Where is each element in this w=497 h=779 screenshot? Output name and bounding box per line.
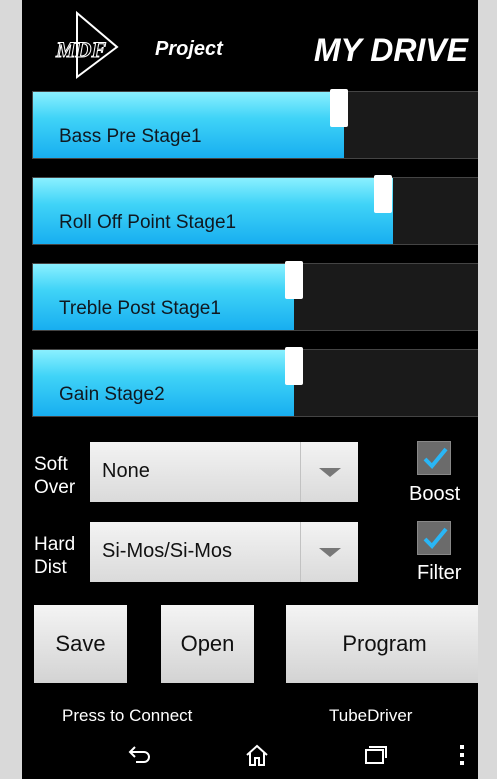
slider-thumb[interactable] [285,261,303,299]
program-button[interactable]: Program [286,605,478,683]
slider-label: Bass Pre Stage1 [59,126,202,147]
check-icon [423,447,448,469]
app-header: MDF Project MY DRIVE [22,0,478,88]
system-nav-bar [22,735,478,779]
hard-dist-label: Hard Dist [34,533,75,579]
soft-over-value: None [102,460,150,482]
open-button[interactable]: Open [161,605,254,683]
save-button[interactable]: Save [34,605,127,683]
slider-thumb[interactable] [330,89,348,127]
hard-dist-value: Si-Mos/Si-Mos [102,540,233,562]
hard-dist-select[interactable]: Si-Mos/Si-Mos [90,522,358,582]
hard-dist-label-line1: Hard [34,534,76,555]
recent-apps-icon[interactable] [362,743,388,770]
project-label: Project [155,38,223,60]
filter-label: Filter [417,562,462,584]
soft-over-label-line1: Soft [34,454,68,475]
slider-fill [33,350,294,416]
boost-checkbox[interactable] [417,441,451,475]
home-icon[interactable] [244,743,270,772]
mdf-logo: MDF [52,10,137,80]
page-title: MY DRIVE [313,32,468,68]
soft-over-label-line2: Over [34,477,76,498]
slider-thumb[interactable] [374,175,392,213]
dropdown-divider [300,522,301,582]
slider-roll-off-point-stage1[interactable]: Roll Off Point Stage1 [32,175,478,245]
slider-gain-stage2[interactable]: Gain Stage2 [32,347,478,417]
slider-fill [33,178,393,244]
soft-over-label: Soft Over [34,453,75,499]
back-icon[interactable] [127,743,153,770]
logo-text: MDF [55,37,106,62]
slider-label: Roll Off Point Stage1 [59,212,237,233]
filter-checkbox[interactable] [417,521,451,555]
slider-label: Treble Post Stage1 [59,298,221,319]
soft-over-select[interactable]: None [90,442,358,502]
check-icon [423,527,448,549]
device-name: TubeDriver [329,706,413,725]
dropdown-divider [300,442,301,502]
slider-bass-pre-stage1[interactable]: Bass Pre Stage1 [32,89,478,159]
overflow-menu-icon[interactable] [458,743,466,772]
chevron-down-icon [319,548,341,557]
slider-fill [33,92,344,158]
boost-label: Boost [409,483,461,505]
chevron-down-icon [319,468,341,477]
slider-treble-post-stage1[interactable]: Treble Post Stage1 [32,261,478,331]
slider-label: Gain Stage2 [59,384,165,405]
slider-thumb[interactable] [285,347,303,385]
slider-fill [33,264,294,330]
hard-dist-label-line2: Dist [34,557,67,578]
connect-status[interactable]: Press to Connect [62,706,192,726]
app-screen: MDF Project MY DRIVE Bass Pre Stage1 Rol… [22,0,478,779]
